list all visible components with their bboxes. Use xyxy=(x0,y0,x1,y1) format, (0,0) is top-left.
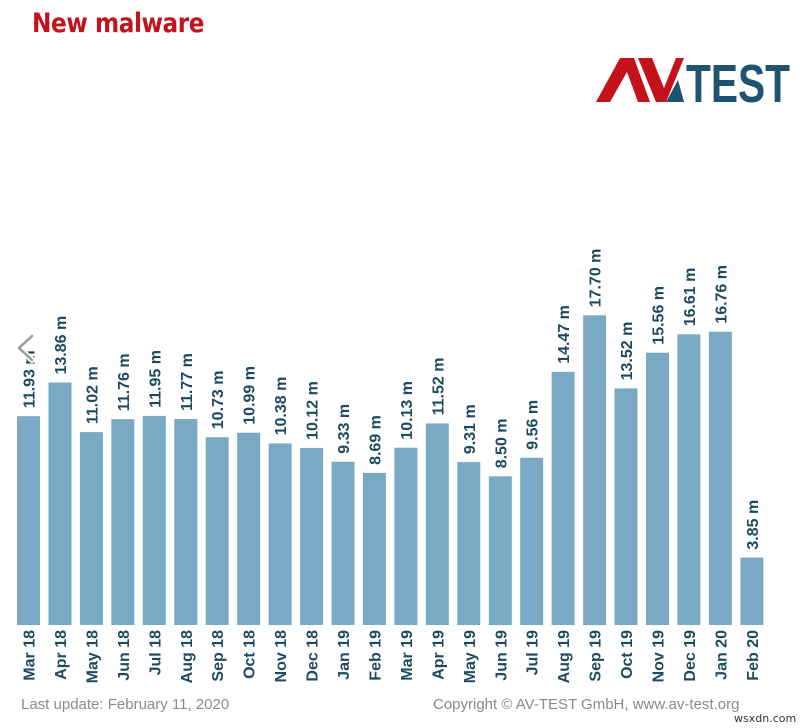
x-tick-label: May 18 xyxy=(84,630,101,683)
x-tick-label: Dec 18 xyxy=(305,630,322,682)
bar-may-18 xyxy=(79,432,103,625)
x-tick-label: Aug 18 xyxy=(179,630,196,683)
malware-bar-chart: 11.93 m13.86 m11.02 m 11.76 m 11.95 m 11.77… xyxy=(17,249,764,683)
x-tick-label: May 19 xyxy=(462,630,479,683)
x-tick-label: Jul 19 xyxy=(525,630,542,675)
x-tick-label: Mar 18 xyxy=(22,630,39,681)
x-axis-labels-group: Mar 18 Apr 18 May 18 Jun 18 Jul 18 Aug 18 Sep … xyxy=(22,630,762,683)
bar-oct-18 xyxy=(237,432,261,625)
value-label: 11.02 m xyxy=(84,366,101,424)
x-tick-label: Jun 18 xyxy=(116,630,133,681)
bar-mar-19 xyxy=(394,447,418,625)
value-label: 11.76 m xyxy=(116,353,133,411)
value-label: 13.52 m xyxy=(619,322,636,381)
value-label: 17.70 m xyxy=(588,249,605,308)
bar-feb-20 xyxy=(740,557,764,625)
bar-aug-19 xyxy=(551,371,575,625)
value-label: 10.73 m xyxy=(210,370,227,429)
value-label: 13.86 m xyxy=(53,316,70,375)
x-tick-label: Sep 19 xyxy=(588,630,605,682)
bar-nov-19 xyxy=(646,352,669,625)
value-label: 8.50 m xyxy=(493,418,510,468)
value-label: 16.61 m xyxy=(682,268,699,327)
x-tick-label: Apr 18 xyxy=(53,630,70,680)
x-tick-label: Oct 18 xyxy=(242,630,259,679)
x-tick-label: Mar 19 xyxy=(399,630,416,681)
x-tick-label: Oct 19 xyxy=(619,630,636,679)
value-label: 9.31 m xyxy=(462,404,479,454)
value-label: 11.77 m xyxy=(179,353,196,411)
x-tick-label: Jan 20 xyxy=(713,630,730,680)
watermark-text: wsxdn.com xyxy=(734,712,797,725)
bar-oct-19 xyxy=(614,388,638,625)
x-tick-label: Apr 19 xyxy=(430,630,447,680)
bar-aug-18 xyxy=(174,419,198,625)
x-tick-label: Jul 18 xyxy=(147,630,164,675)
value-label: 10.38 m xyxy=(273,377,290,436)
bar-dec-18 xyxy=(300,447,324,625)
value-label: 11.95 m xyxy=(147,350,164,408)
bar-jul-18 xyxy=(142,415,166,625)
bar-jun-19 xyxy=(488,476,512,626)
value-label: 14.47 m xyxy=(556,305,573,364)
bar-feb-19 xyxy=(362,472,386,625)
x-tick-label: Feb 20 xyxy=(745,630,762,681)
bar-jan-20 xyxy=(708,331,732,625)
bar-dec-19 xyxy=(677,334,701,625)
bar-jan-19 xyxy=(331,461,355,625)
bar-sep-19 xyxy=(583,315,607,626)
value-label: 8.69 m xyxy=(367,415,384,465)
x-tick-label: Jan 19 xyxy=(336,630,353,680)
chevron-left-icon[interactable] xyxy=(14,333,38,363)
bar-sep-18 xyxy=(205,437,229,625)
x-tick-label: Aug 19 xyxy=(556,630,573,683)
x-tick-label: Dec 19 xyxy=(682,630,699,682)
bar-jul-19 xyxy=(520,457,544,625)
bar-may-19 xyxy=(457,462,481,625)
value-label: 10.12 m xyxy=(305,381,322,440)
value-label: 11.52 m xyxy=(430,358,447,416)
x-tick-label: Feb 19 xyxy=(367,630,384,681)
value-label: 16.76 m xyxy=(713,265,730,324)
value-label: 9.56 m xyxy=(525,400,542,450)
value-label: 3.85 m xyxy=(745,500,762,550)
value-label: 10.99 m xyxy=(242,366,259,425)
bar-jun-18 xyxy=(111,419,135,625)
value-label: 9.33 m xyxy=(336,404,353,454)
bar-apr-19 xyxy=(425,423,449,625)
x-tick-label: Nov 19 xyxy=(651,630,668,683)
x-tick-label: Nov 18 xyxy=(273,630,290,683)
x-tick-label: Jun 19 xyxy=(493,630,510,681)
copyright-text: Copyright © AV-TEST GmbH, www.av-test.or… xyxy=(433,696,740,713)
bar-nov-18 xyxy=(268,443,292,626)
value-label: 10.13 m xyxy=(399,381,416,440)
value-label: 15.56 m xyxy=(651,286,668,345)
x-tick-label: Sep 18 xyxy=(210,630,227,682)
last-update-text: Last update: February 11, 2020 xyxy=(21,696,230,713)
bar-mar-18 xyxy=(17,416,40,625)
bar-apr-18 xyxy=(48,382,72,625)
